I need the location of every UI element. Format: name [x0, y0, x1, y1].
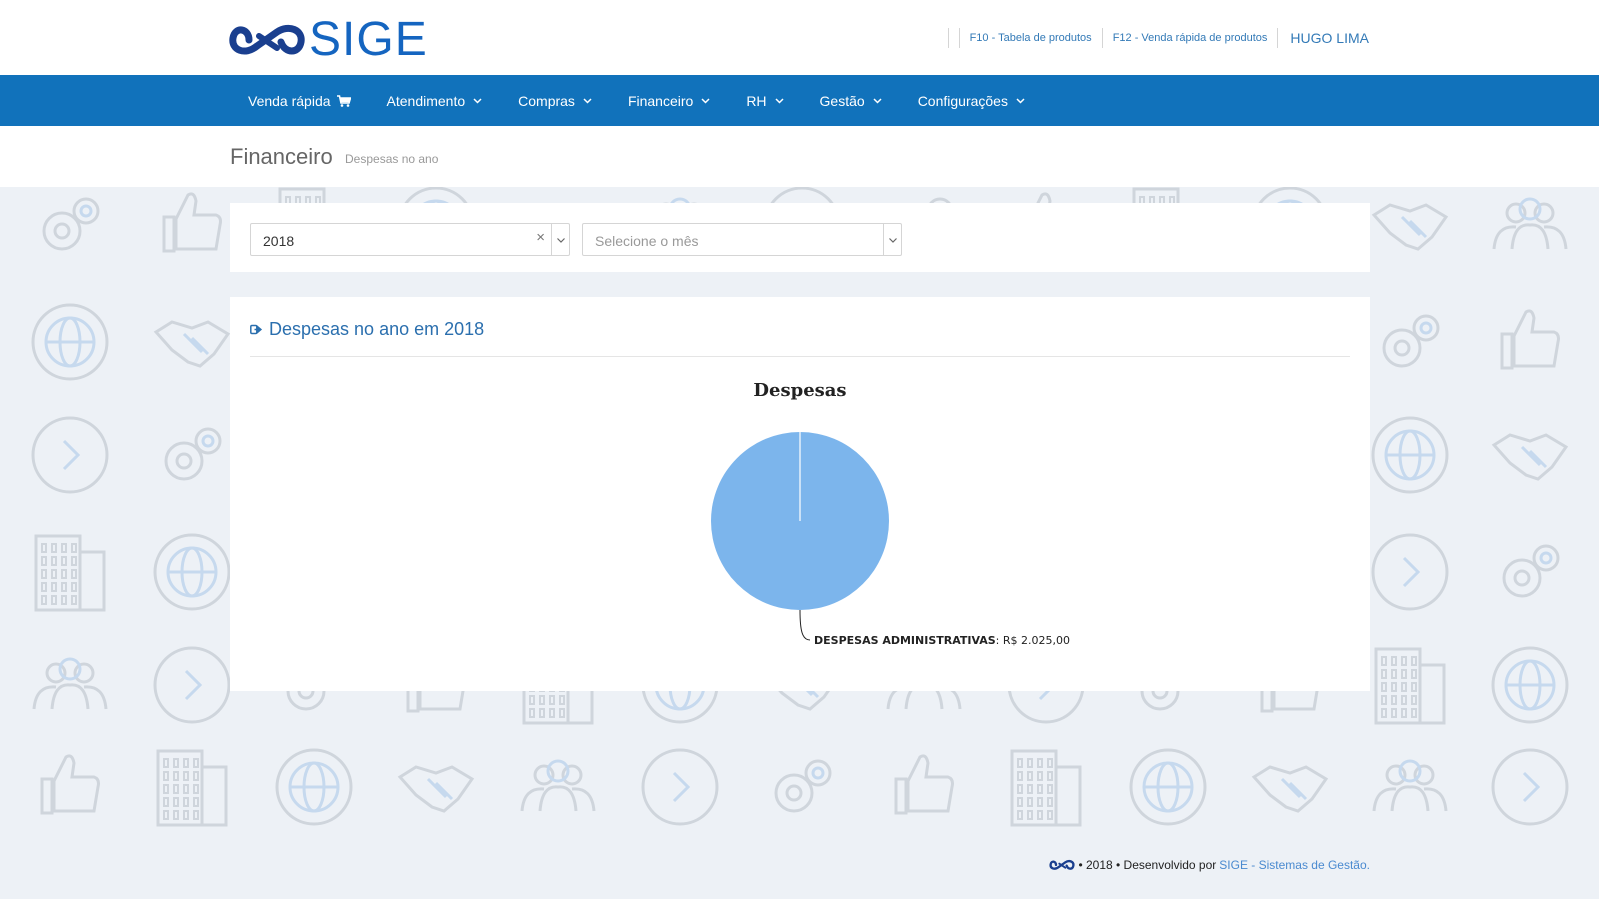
- nav-item-label: RH: [746, 92, 767, 109]
- chevron-down-icon: [556, 237, 565, 243]
- bg-building-icon: [34, 534, 106, 612]
- clear-icon[interactable]: ×: [536, 229, 545, 246]
- bg-handshake-icon: [1491, 433, 1569, 481]
- bg-gear-icon: [774, 759, 832, 813]
- bg-globe-icon: [1491, 646, 1569, 724]
- chevron-down-icon: [701, 98, 710, 104]
- nav-item-gestao[interactable]: Gestão: [802, 75, 900, 126]
- bg-like-icon: [1500, 309, 1560, 370]
- nav-item-label: Compras: [518, 92, 575, 109]
- footer-logo-icon: [1049, 859, 1075, 870]
- bg-building-icon: [156, 749, 228, 827]
- bg-arrow-icon: [1491, 748, 1569, 826]
- separator: [958, 28, 960, 48]
- bg-gear-icon: [1502, 544, 1560, 598]
- month-select[interactable]: Selecione o mês: [582, 223, 902, 256]
- nav-item-label: Gestão: [819, 92, 865, 109]
- separator: [1277, 28, 1279, 48]
- bg-people-icon: [520, 759, 596, 812]
- separator: [947, 28, 949, 48]
- quick-sale-link[interactable]: F12 - Venda rápida de produtos: [1113, 32, 1268, 44]
- chevron-down-icon: [1016, 98, 1025, 104]
- logo-text: SIGE: [309, 13, 428, 66]
- top-links: F10 - Tabela de produtos F12 - Venda ráp…: [938, 28, 1369, 48]
- chevron-down-icon: [473, 98, 482, 104]
- bg-gear-icon: [1382, 314, 1440, 368]
- bg-handshake-icon: [153, 320, 231, 368]
- footer-brand-link[interactable]: SIGE - Sistemas de Gestão.: [1219, 858, 1370, 872]
- chevron-down-icon: [873, 98, 882, 104]
- page-subtitle: Despesas no ano: [345, 152, 439, 166]
- nav-item-label: Atendimento: [386, 92, 466, 109]
- page-title: Financeiro: [230, 144, 333, 169]
- bg-arrow-icon: [641, 748, 719, 826]
- panel-title: Despesas no ano em 2018: [250, 319, 484, 340]
- page-header: Financeiro Despesas no ano: [0, 126, 1599, 187]
- bg-like-icon: [162, 192, 222, 253]
- bg-arrow-icon: [153, 646, 231, 724]
- bg-handshake-icon: [397, 765, 475, 813]
- bg-globe-icon: [1371, 416, 1449, 494]
- nav-item-atendimento[interactable]: Atendimento: [369, 75, 501, 126]
- footer-text: • 2018 • Desenvolvido por: [1078, 858, 1217, 872]
- nav-item-label: Configurações: [917, 92, 1008, 109]
- logo-infinity-icon: [229, 24, 305, 55]
- bg-gear-icon: [164, 427, 222, 481]
- nav-item-configuracoes[interactable]: Configurações: [900, 75, 1043, 126]
- cart-icon: [336, 94, 351, 107]
- bg-like-icon: [40, 754, 100, 815]
- chart-panel: Despesas no ano em 2018 Despesas DESPESA…: [230, 297, 1370, 691]
- pie-chart: Despesas DESPESAS ADMINISTRATIVAS: R$ 2.…: [711, 380, 1070, 647]
- separator: [1101, 28, 1103, 48]
- bg-globe-icon: [1129, 748, 1207, 826]
- bg-globe-icon: [153, 533, 231, 611]
- nav-item-rh[interactable]: RH: [728, 75, 801, 126]
- products-table-link[interactable]: F10 - Tabela de produtos: [970, 32, 1092, 44]
- bg-people-icon: [1492, 197, 1568, 250]
- data-label-connector: [799, 609, 811, 641]
- bg-handshake-icon: [1251, 765, 1329, 813]
- month-select-toggle[interactable]: [883, 224, 901, 255]
- filter-panel: 2018 × Selecione o mês: [230, 203, 1370, 272]
- top-bar: SIGE F10 - Tabela de produtos F12 - Vend…: [0, 0, 1599, 75]
- chevron-down-icon: [775, 98, 784, 104]
- year-select[interactable]: 2018 ×: [250, 223, 570, 256]
- bg-handshake-icon: [1371, 203, 1449, 251]
- bg-building-icon: [1010, 749, 1082, 827]
- bg-like-icon: [894, 754, 954, 815]
- bg-building-icon: [1374, 647, 1446, 725]
- main-navbar: Venda rápida Atendimento Compras Finance…: [0, 75, 1599, 126]
- bg-people-icon: [32, 657, 108, 710]
- chevron-down-icon: [583, 98, 592, 104]
- nav-item-label: Venda rápida: [248, 92, 331, 109]
- bg-globe-icon: [31, 303, 109, 381]
- app-logo[interactable]: SIGE: [229, 16, 428, 64]
- bg-arrow-icon: [1371, 533, 1449, 611]
- bg-globe-icon: [275, 748, 353, 826]
- footer: • 2018 • Desenvolvido por SIGE - Sistema…: [1049, 857, 1370, 873]
- data-label: DESPESAS ADMINISTRATIVAS: R$ 2.025,00: [814, 634, 1070, 647]
- month-select-placeholder: Selecione o mês: [595, 233, 699, 249]
- nav-item-label: Financeiro: [627, 92, 694, 109]
- nav-item-venda-rapida[interactable]: Venda rápida: [230, 75, 369, 126]
- user-menu[interactable]: HUGO LIMA: [1290, 30, 1369, 46]
- panel-title-text: Despesas no ano em 2018: [269, 319, 485, 339]
- year-select-value: 2018: [263, 233, 295, 249]
- chevron-down-icon: [888, 237, 897, 243]
- bg-people-icon: [1372, 759, 1448, 812]
- bg-arrow-icon: [31, 416, 109, 494]
- year-select-toggle[interactable]: [551, 224, 569, 255]
- nav-item-compras[interactable]: Compras: [500, 75, 610, 126]
- chart-title: Despesas: [753, 380, 846, 401]
- bg-gear-icon: [42, 197, 100, 251]
- sign-out-icon: [250, 324, 263, 335]
- nav-item-financeiro[interactable]: Financeiro: [610, 75, 728, 126]
